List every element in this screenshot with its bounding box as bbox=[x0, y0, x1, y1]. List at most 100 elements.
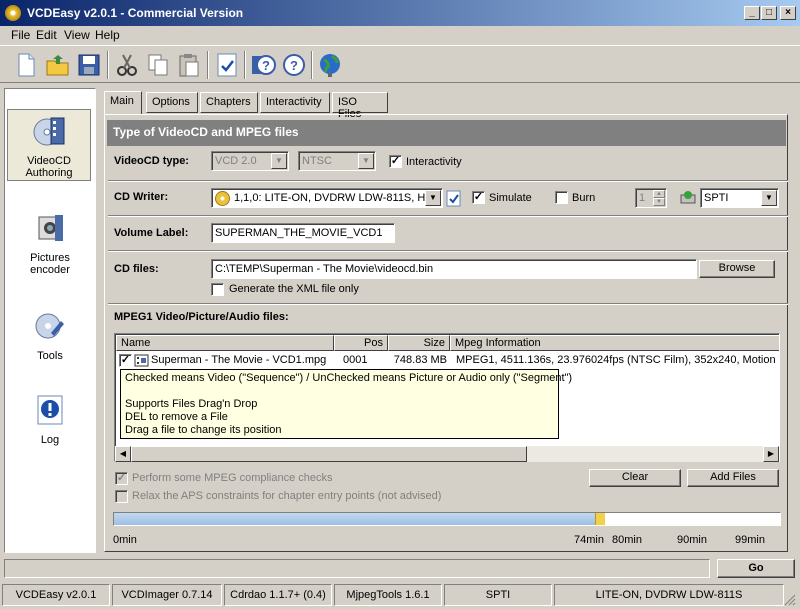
status-mjpegtools: MjpegTools 1.6.1 bbox=[334, 584, 442, 606]
spin-up-icon[interactable]: ▲ bbox=[653, 190, 665, 198]
window-title: VCDEasy v2.0.1 - Commercial Version bbox=[27, 6, 244, 20]
column-header-size[interactable]: Size bbox=[388, 335, 450, 351]
sidebar-item-label: VideoCD Authoring bbox=[25, 155, 73, 179]
file-size: 748.83 MB bbox=[393, 354, 447, 366]
tooltip-spacer bbox=[125, 385, 554, 398]
writer-check-icon[interactable] bbox=[446, 190, 462, 207]
menu-bar: File Edit View Help bbox=[0, 26, 800, 44]
spin-down-icon[interactable]: ▼ bbox=[653, 198, 665, 206]
tick-label: 99min bbox=[735, 534, 765, 546]
interactivity-label: Interactivity bbox=[406, 156, 462, 168]
action-bar: Go bbox=[4, 557, 796, 579]
svg-text:?: ? bbox=[290, 58, 298, 73]
video-standard-select[interactable]: NTSC ▼ bbox=[298, 151, 376, 171]
divider bbox=[108, 180, 788, 182]
copies-spinner[interactable]: 1 ▲ ▼ bbox=[635, 188, 667, 208]
compliance-checkbox[interactable]: ✓ bbox=[115, 472, 128, 485]
xml-only-checkbox[interactable] bbox=[211, 283, 224, 296]
videocd-type-label: VideoCD type: bbox=[114, 155, 189, 167]
close-button[interactable]: × bbox=[780, 6, 796, 20]
tick-label: 74min bbox=[574, 534, 604, 546]
sidebar-item-log[interactable]: Log bbox=[5, 393, 95, 446]
menu-file[interactable]: File bbox=[11, 28, 30, 42]
file-mpeg-info: MPEG1, 4511.136s, 23.976024fps (NTSC Fil… bbox=[456, 354, 780, 366]
cut-icon[interactable] bbox=[113, 51, 141, 79]
videocd-icon bbox=[33, 117, 65, 146]
scrollbar-thumb[interactable] bbox=[131, 446, 527, 462]
tab-options[interactable]: Options bbox=[146, 92, 198, 113]
tooltip-line: Supports Files Drag'n Drop bbox=[125, 398, 258, 410]
burn-checkbox[interactable] bbox=[555, 191, 568, 204]
svg-text:?: ? bbox=[262, 58, 270, 73]
open-icon[interactable] bbox=[44, 51, 72, 79]
cd-capacity-bar bbox=[113, 512, 781, 526]
action-message-area bbox=[4, 559, 710, 578]
column-header-mpeg-info[interactable]: Mpeg Information bbox=[450, 335, 779, 351]
menu-edit[interactable]: Edit bbox=[36, 28, 57, 42]
tab-chapters[interactable]: Chapters bbox=[200, 92, 258, 113]
divider bbox=[108, 250, 788, 252]
scroll-right-icon[interactable]: ▶ bbox=[763, 446, 779, 462]
drive-icon bbox=[680, 191, 696, 204]
maximize-button[interactable]: □ bbox=[761, 6, 777, 20]
interface-select[interactable]: SPTI ▼ bbox=[700, 188, 779, 208]
status-cdrdao: Cdrdao 1.1.7+ (0.4) bbox=[224, 584, 332, 606]
horizontal-scrollbar[interactable]: ◀ ▶ bbox=[115, 446, 779, 462]
clear-button[interactable]: Clear bbox=[589, 469, 681, 487]
sidebar-item-label: Log bbox=[40, 434, 60, 446]
toolbar-separator bbox=[107, 51, 109, 79]
tab-main[interactable]: Main bbox=[104, 91, 142, 114]
save-icon[interactable] bbox=[75, 51, 103, 79]
web-icon[interactable] bbox=[316, 51, 344, 79]
cd-files-label: CD files: bbox=[114, 263, 159, 275]
menu-view[interactable]: View bbox=[64, 28, 90, 42]
tooltip-line: Drag a file to change its position bbox=[125, 424, 282, 436]
row-checkbox[interactable]: ✓ bbox=[119, 354, 132, 367]
tick-label: 90min bbox=[677, 534, 707, 546]
relax-aps-label: Relax the APS constraints for chapter en… bbox=[132, 490, 442, 502]
toolbar-separator bbox=[207, 51, 209, 79]
sidebar-item-videocd[interactable]: VideoCD Authoring bbox=[7, 109, 91, 181]
column-header-pos[interactable]: Pos bbox=[334, 335, 388, 351]
sidebar-item-tools[interactable]: Tools bbox=[5, 309, 95, 362]
new-icon[interactable] bbox=[12, 51, 40, 79]
go-button[interactable]: Go bbox=[717, 559, 795, 578]
cd-icon bbox=[215, 191, 230, 206]
pictures-icon bbox=[38, 215, 63, 241]
file-pos: 0001 bbox=[343, 354, 368, 366]
sidebar-item-label: Pictures encoder bbox=[30, 252, 70, 276]
about-icon[interactable]: ? bbox=[280, 51, 308, 79]
relax-aps-checkbox[interactable] bbox=[115, 490, 128, 503]
simulate-label: Simulate bbox=[489, 192, 532, 204]
tooltip-line: Checked means Video ("Sequence") / UnChe… bbox=[125, 372, 573, 384]
help-icon[interactable]: ? bbox=[249, 51, 277, 79]
tick-label: 80min bbox=[612, 534, 642, 546]
sidebar-item-pictures[interactable]: Pictures encoder bbox=[5, 211, 95, 276]
cd-writer-select[interactable]: 1,1,0: LITE-ON, DVDRW LDW-811S, HS ▼ bbox=[211, 188, 443, 208]
column-header-name[interactable]: Name bbox=[116, 335, 334, 351]
tools-icon bbox=[35, 313, 64, 339]
scroll-left-icon[interactable]: ◀ bbox=[115, 446, 131, 462]
interactivity-checkbox[interactable]: ✓ bbox=[389, 155, 402, 168]
resize-grip-icon[interactable] bbox=[784, 594, 796, 606]
paste-icon[interactable] bbox=[175, 51, 203, 79]
menu-help[interactable]: Help bbox=[95, 28, 120, 42]
simulate-checkbox[interactable]: ✓ bbox=[472, 191, 485, 204]
tab-interactivity[interactable]: Interactivity bbox=[260, 92, 330, 113]
cd-writer-label: CD Writer: bbox=[114, 191, 169, 203]
status-writer: LITE-ON, DVDRW LDW-811S bbox=[554, 584, 784, 606]
volume-label-input[interactable]: SUPERMAN_THE_MOVIE_VCD1 bbox=[211, 223, 395, 243]
copy-icon[interactable] bbox=[144, 51, 172, 79]
tooltip-line: DEL to remove a File bbox=[125, 411, 228, 423]
check-icon[interactable] bbox=[213, 51, 241, 79]
browse-button[interactable]: Browse bbox=[699, 260, 775, 278]
title-bar: VCDEasy v2.0.1 - Commercial Version _ □ … bbox=[0, 0, 800, 26]
sidebar-item-label: Tools bbox=[37, 350, 63, 362]
add-files-button[interactable]: Add Files bbox=[687, 469, 779, 487]
minimize-button[interactable]: _ bbox=[744, 6, 760, 20]
tab-iso-files[interactable]: ISO Files bbox=[332, 92, 388, 120]
cd-files-input[interactable]: C:\TEMP\Superman - The Movie\videocd.bin bbox=[211, 259, 697, 279]
app-icon bbox=[5, 5, 21, 21]
toolbar-separator bbox=[244, 51, 246, 79]
videocd-type-select[interactable]: VCD 2.0 ▼ bbox=[211, 151, 289, 171]
